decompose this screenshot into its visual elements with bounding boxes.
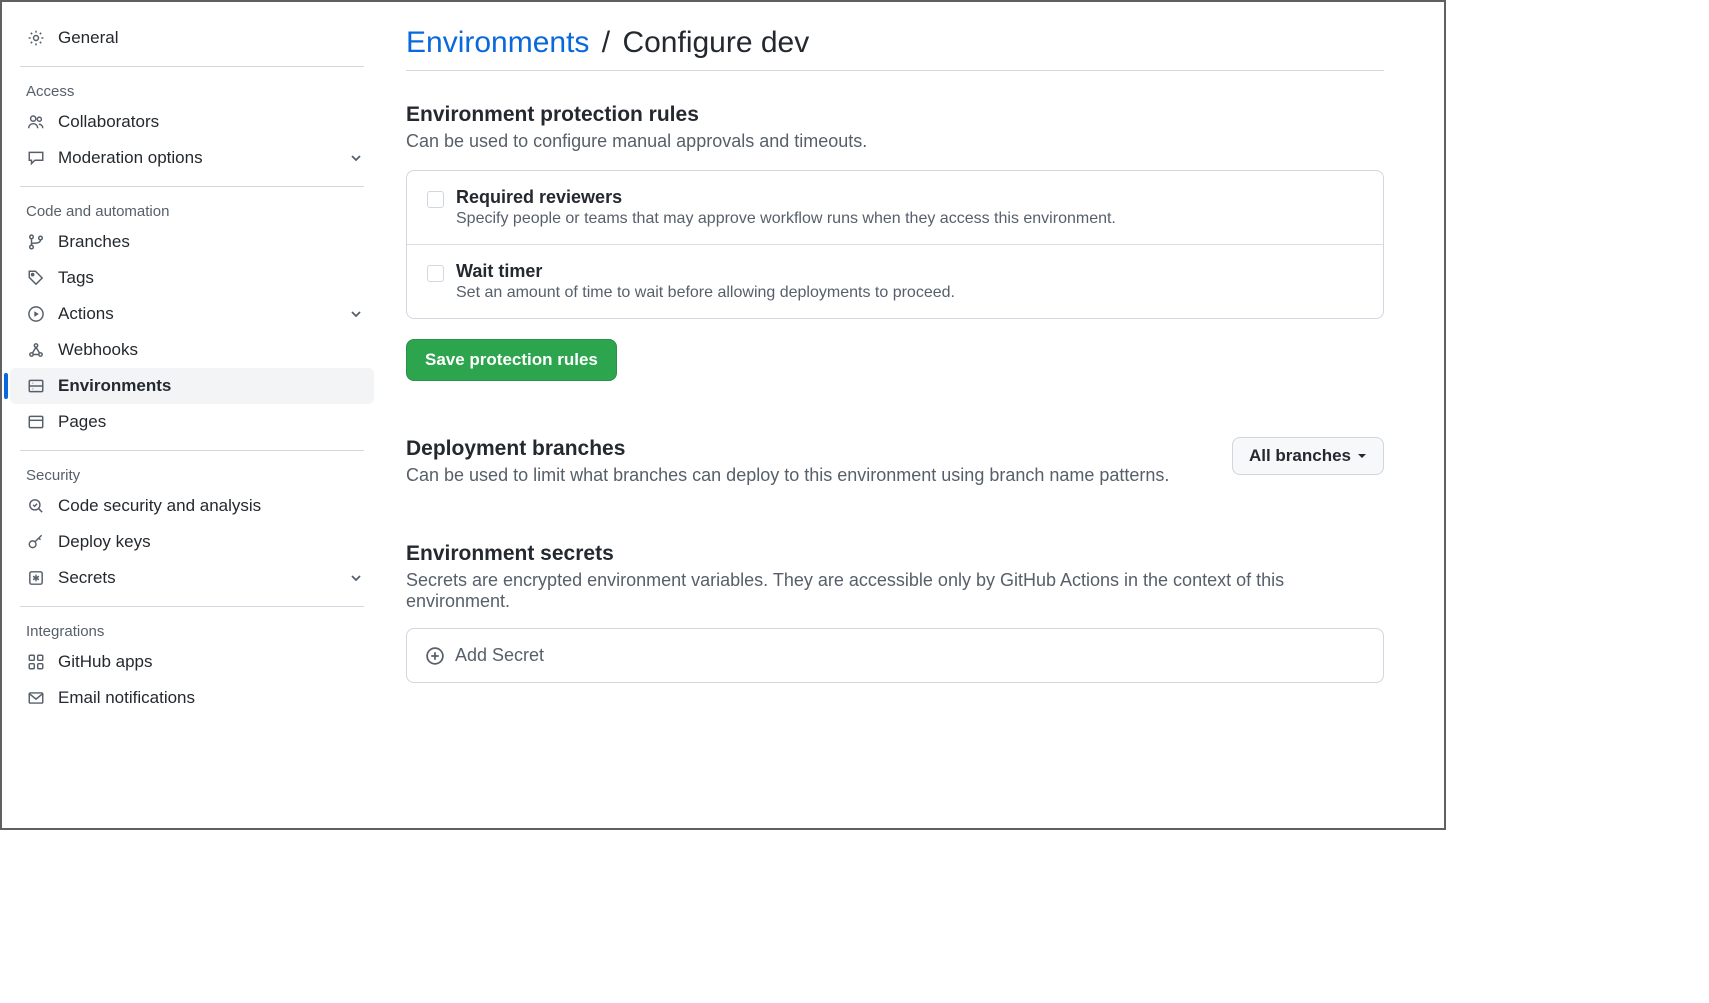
rule-desc: Set an amount of time to wait before all… bbox=[456, 284, 955, 302]
key-icon bbox=[26, 532, 46, 552]
rule-title: Wait timer bbox=[456, 261, 955, 282]
deployment-title: Deployment branches bbox=[406, 437, 1169, 461]
deployment-branches-section: Deployment branches Can be used to limit… bbox=[406, 437, 1384, 486]
sidebar-item-githubapps[interactable]: GitHub apps bbox=[10, 644, 374, 680]
sidebar-item-tags[interactable]: Tags bbox=[10, 260, 374, 296]
sidebar-item-codesec[interactable]: Code security and analysis bbox=[10, 488, 374, 524]
sidebar-label: Actions bbox=[58, 304, 114, 324]
caret-down-icon bbox=[1357, 451, 1367, 461]
browser-icon bbox=[26, 412, 46, 432]
sidebar-label: Collaborators bbox=[58, 112, 159, 132]
save-protection-rules-button[interactable]: Save protection rules bbox=[406, 339, 617, 381]
divider bbox=[20, 450, 364, 451]
sidebar-item-environments[interactable]: Environments bbox=[10, 368, 374, 404]
branch-icon bbox=[26, 232, 46, 252]
divider bbox=[20, 66, 364, 67]
sidebar-section-access: Access bbox=[10, 73, 374, 104]
divider bbox=[20, 606, 364, 607]
sidebar-section-security: Security bbox=[10, 457, 374, 488]
sidebar-item-actions[interactable]: Actions bbox=[10, 296, 374, 332]
sidebar-label: Code security and analysis bbox=[58, 496, 261, 516]
rule-desc: Specify people or teams that may approve… bbox=[456, 210, 1116, 228]
secrets-desc: Secrets are encrypted environment variab… bbox=[406, 570, 1384, 612]
breadcrumb-environments-link[interactable]: Environments bbox=[406, 26, 589, 59]
rule-required-reviewers: Required reviewers Specify people or tea… bbox=[407, 171, 1383, 244]
sidebar-section-integrations: Integrations bbox=[10, 613, 374, 644]
chevron-down-icon bbox=[348, 150, 364, 166]
dropdown-label: All branches bbox=[1249, 446, 1351, 466]
chevron-down-icon bbox=[348, 306, 364, 322]
sidebar-item-deploykeys[interactable]: Deploy keys bbox=[10, 524, 374, 560]
settings-sidebar: General Access Collaborators Moderation … bbox=[2, 2, 382, 828]
sidebar-item-pages[interactable]: Pages bbox=[10, 404, 374, 440]
sidebar-label: Pages bbox=[58, 412, 106, 432]
sidebar-item-collaborators[interactable]: Collaborators bbox=[10, 104, 374, 140]
rule-title: Required reviewers bbox=[456, 187, 1116, 208]
environment-secrets-section: Environment secrets Secrets are encrypte… bbox=[406, 542, 1384, 683]
webhook-icon bbox=[26, 340, 46, 360]
sidebar-item-branches[interactable]: Branches bbox=[10, 224, 374, 260]
sidebar-label: Email notifications bbox=[58, 688, 195, 708]
sidebar-label: General bbox=[58, 28, 118, 48]
play-icon bbox=[26, 304, 46, 324]
sidebar-label: Webhooks bbox=[58, 340, 138, 360]
gear-icon bbox=[26, 28, 46, 48]
sidebar-section-code: Code and automation bbox=[10, 193, 374, 224]
tag-icon bbox=[26, 268, 46, 288]
sidebar-item-general[interactable]: General bbox=[10, 20, 374, 56]
sidebar-label: GitHub apps bbox=[58, 652, 153, 672]
wait-timer-checkbox[interactable] bbox=[427, 265, 444, 282]
secrets-title: Environment secrets bbox=[406, 542, 1384, 566]
divider bbox=[20, 186, 364, 187]
sidebar-label: Tags bbox=[58, 268, 94, 288]
rule-box: Required reviewers Specify people or tea… bbox=[406, 170, 1384, 319]
protection-rules-section: Environment protection rules Can be used… bbox=[406, 103, 1384, 381]
chevron-down-icon bbox=[348, 570, 364, 586]
required-reviewers-checkbox[interactable] bbox=[427, 191, 444, 208]
sidebar-label: Secrets bbox=[58, 568, 116, 588]
all-branches-dropdown[interactable]: All branches bbox=[1232, 437, 1384, 475]
sidebar-label: Branches bbox=[58, 232, 130, 252]
mail-icon bbox=[26, 688, 46, 708]
sidebar-item-emailnotif[interactable]: Email notifications bbox=[10, 680, 374, 716]
breadcrumb-current: Configure dev bbox=[622, 26, 809, 59]
add-secret-button[interactable]: Add Secret bbox=[406, 628, 1384, 683]
main-content: Environments / Configure dev Environment… bbox=[382, 2, 1444, 828]
add-secret-label: Add Secret bbox=[455, 645, 544, 666]
plus-circle-icon bbox=[425, 646, 445, 666]
server-icon bbox=[26, 376, 46, 396]
breadcrumb-separator: / bbox=[598, 26, 614, 59]
breadcrumb: Environments / Configure dev bbox=[406, 26, 1384, 71]
deployment-desc: Can be used to limit what branches can d… bbox=[406, 465, 1169, 486]
protection-title: Environment protection rules bbox=[406, 103, 1384, 127]
rule-wait-timer: Wait timer Set an amount of time to wait… bbox=[407, 244, 1383, 318]
people-icon bbox=[26, 112, 46, 132]
comment-icon bbox=[26, 148, 46, 168]
sidebar-item-webhooks[interactable]: Webhooks bbox=[10, 332, 374, 368]
sidebar-item-secrets[interactable]: Secrets bbox=[10, 560, 374, 596]
sidebar-item-moderation[interactable]: Moderation options bbox=[10, 140, 374, 176]
apps-icon bbox=[26, 652, 46, 672]
protection-desc: Can be used to configure manual approval… bbox=[406, 131, 1384, 152]
asterisk-icon bbox=[26, 568, 46, 588]
sidebar-label: Deploy keys bbox=[58, 532, 151, 552]
sidebar-label: Moderation options bbox=[58, 148, 203, 168]
codescan-icon bbox=[26, 496, 46, 516]
sidebar-label: Environments bbox=[58, 376, 171, 396]
